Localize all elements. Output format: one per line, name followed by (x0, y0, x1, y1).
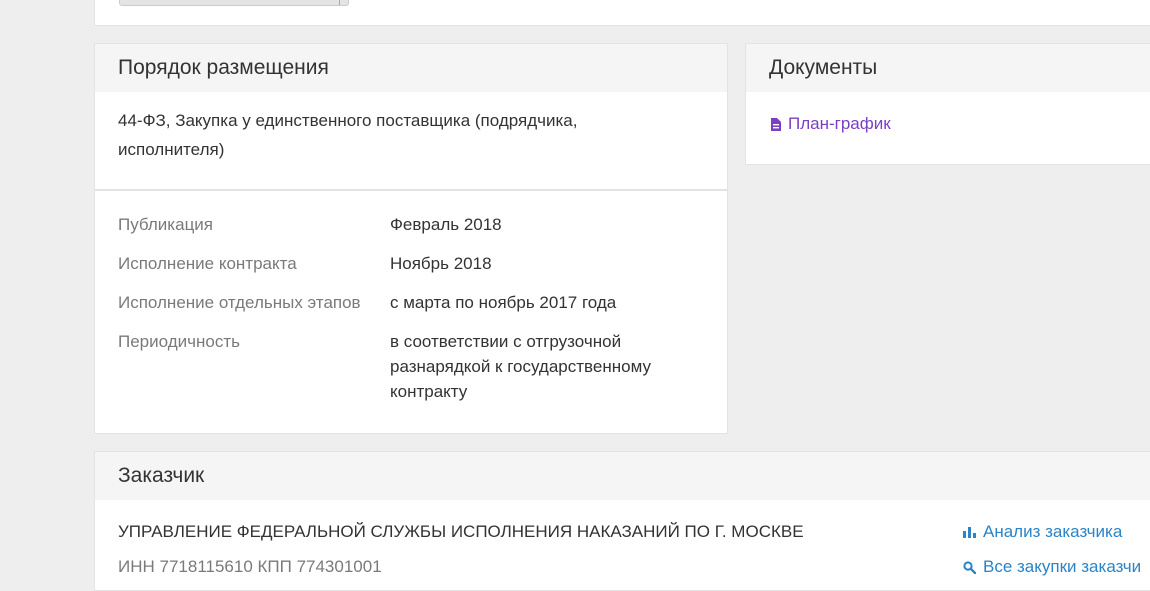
detail-value-line: разнарядкой к государственному (390, 357, 651, 376)
detail-row-periodicity: Периодичность в соответствии с отгрузочн… (118, 329, 704, 404)
customer-card: Заказчик УПРАВЛЕНИЕ ФЕДЕРАЛЬНОЙ СЛУЖБЫ И… (94, 451, 1150, 591)
plan-schedule-link[interactable]: План-график (770, 114, 1150, 134)
analyze-customer-label: Анализ заказчика (983, 522, 1123, 541)
partial-button[interactable] (119, 0, 349, 6)
previous-section-card (94, 0, 1150, 26)
detail-value: в соответствии с отгрузочной разнарядкой… (390, 329, 680, 404)
customer-ids: ИНН 7718115610 КПП 774301001 (118, 557, 382, 576)
detail-value: с марта по ноябрь 2017 года (390, 293, 617, 312)
plan-schedule-label: План-график (788, 114, 891, 133)
detail-label: Исполнение отдельных этапов (118, 293, 361, 312)
bar-chart-icon (963, 527, 976, 538)
documents-card-title: Документы (746, 44, 1150, 92)
detail-row-contract-execution: Исполнение контракта Ноябрь 2018 (118, 251, 704, 276)
detail-label: Публикация (118, 215, 214, 234)
detail-row-publication: Публикация Февраль 2018 (118, 212, 704, 237)
detail-label: Исполнение контракта (118, 254, 297, 273)
button-separator (339, 0, 340, 5)
search-icon (963, 560, 976, 574)
detail-value: Февраль 2018 (390, 215, 502, 234)
customer-card-title: Заказчик (95, 452, 1150, 500)
order-details: Публикация Февраль 2018 Исполнение контр… (95, 191, 727, 404)
customer-name: УПРАВЛЕНИЕ ФЕДЕРАЛЬНОЙ СЛУЖБЫ ИСПОЛНЕНИЯ… (118, 522, 804, 541)
analyze-customer-link[interactable]: Анализ заказчика (963, 522, 1122, 542)
all-purchases-link[interactable]: Все закупки заказчи (963, 557, 1141, 577)
procedure-line: 44-ФЗ, Закупка у единственного поставщик… (118, 111, 578, 130)
documents-card: Документы План-график (745, 43, 1150, 165)
order-card-title: Порядок размещения (95, 44, 727, 92)
detail-value-line: контракту (390, 382, 468, 401)
detail-label: Периодичность (118, 332, 240, 351)
order-card: Порядок размещения 44-ФЗ, Закупка у един… (94, 43, 728, 434)
detail-row-stages: Исполнение отдельных этапов с марта по н… (118, 290, 704, 315)
all-purchases-label: Все закупки заказчи (983, 557, 1142, 576)
detail-value: Ноябрь 2018 (390, 254, 492, 273)
document-icon (771, 117, 781, 131)
procedure-type: 44-ФЗ, Закупка у единственного поставщик… (95, 92, 727, 189)
procedure-line: исполнителя) (118, 140, 225, 159)
detail-value-line: в соответствии с отгрузочной (390, 332, 622, 351)
